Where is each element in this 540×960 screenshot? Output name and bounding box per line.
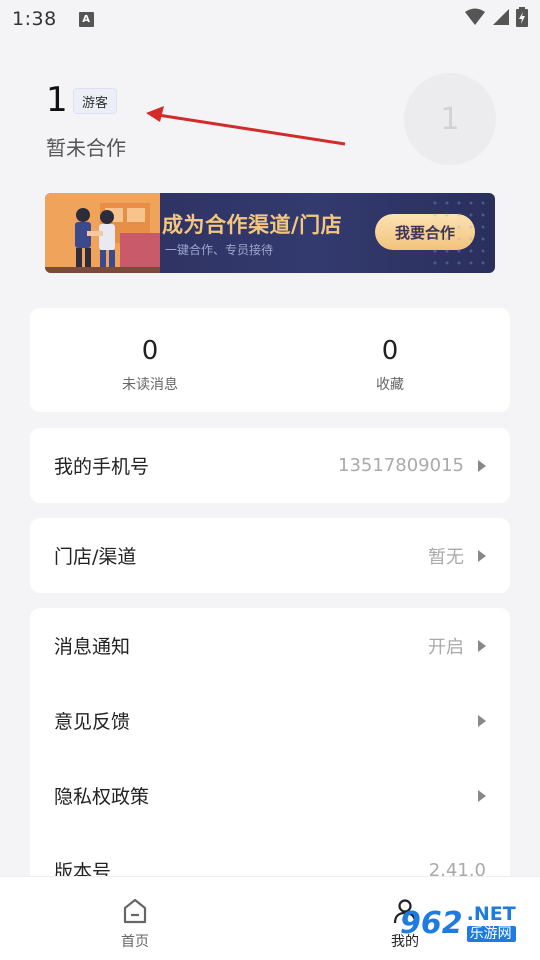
- watermark-net: .NET: [466, 903, 516, 925]
- stat-label: 未读消息: [122, 377, 178, 393]
- guest-badge: 游客: [73, 88, 118, 114]
- favorites-stat[interactable]: 0 收藏: [270, 308, 510, 412]
- watermark-logo: 962: [400, 906, 463, 941]
- row-value: 暂无: [428, 546, 464, 568]
- signal-icon: [493, 9, 509, 25]
- nav-home[interactable]: 首页: [105, 897, 165, 951]
- watermark-cn: 乐游网: [466, 926, 516, 942]
- feedback-row[interactable]: 意见反馈: [30, 683, 510, 758]
- cooperation-banner[interactable]: 成为合作渠道/门店 一键合作、专员接待 我要合作: [45, 193, 495, 273]
- cooperation-status: 暂未合作: [46, 136, 126, 160]
- store-card: 门店/渠道 暂无: [30, 518, 510, 593]
- phone-card: 我的手机号 13517809015: [30, 428, 510, 503]
- watermark: 962 .NET 乐游网: [400, 905, 516, 942]
- banner-illustration-icon: [45, 193, 160, 273]
- chevron-right-icon: [478, 639, 486, 652]
- row-label: 我的手机号: [54, 456, 150, 478]
- battery-icon: [516, 7, 528, 27]
- user-id: 1: [46, 80, 68, 120]
- home-icon: [123, 898, 147, 924]
- phone-number: 13517809015: [338, 455, 464, 476]
- row-label: 隐私权政策: [54, 786, 150, 808]
- stat-value: 0: [141, 336, 159, 366]
- status-time: 1:38: [12, 8, 57, 30]
- chevron-right-icon: [478, 714, 486, 727]
- chevron-right-icon: [478, 459, 486, 472]
- row-value: 开启: [428, 636, 464, 658]
- phone-row[interactable]: 我的手机号 13517809015: [30, 428, 510, 503]
- banner-title: 成为合作渠道/门店: [162, 213, 343, 237]
- row-label: 消息通知: [54, 636, 131, 658]
- annotation-arrow-icon: [146, 106, 346, 146]
- status-bar: 1:38 A: [0, 0, 540, 38]
- notification-row[interactable]: 消息通知 开启: [30, 608, 510, 683]
- privacy-policy-row[interactable]: 隐私权政策: [30, 758, 510, 833]
- unread-messages-stat[interactable]: 0 未读消息: [30, 308, 270, 412]
- row-label: 门店/渠道: [54, 546, 137, 568]
- row-label: 意见反馈: [54, 711, 131, 733]
- dot-pattern-icon: [433, 201, 485, 265]
- status-icons: [464, 7, 528, 27]
- nav-label: 首页: [121, 934, 149, 950]
- store-row[interactable]: 门店/渠道 暂无: [30, 518, 510, 593]
- stats-card: 0 未读消息 0 收藏: [30, 308, 510, 412]
- avatar[interactable]: 1: [404, 73, 496, 165]
- chevron-right-icon: [478, 789, 486, 802]
- settings-card: 消息通知 开启 意见反馈 隐私权政策 版本号 2.41.0: [30, 608, 510, 908]
- wifi-icon: [465, 8, 485, 25]
- accessibility-a-icon: A: [78, 11, 94, 27]
- chevron-right-icon: [478, 549, 486, 562]
- stat-value: 0: [381, 336, 399, 366]
- stat-label: 收藏: [376, 377, 404, 393]
- avatar-text: 1: [440, 101, 460, 137]
- banner-subtitle: 一键合作、专员接待: [165, 243, 274, 257]
